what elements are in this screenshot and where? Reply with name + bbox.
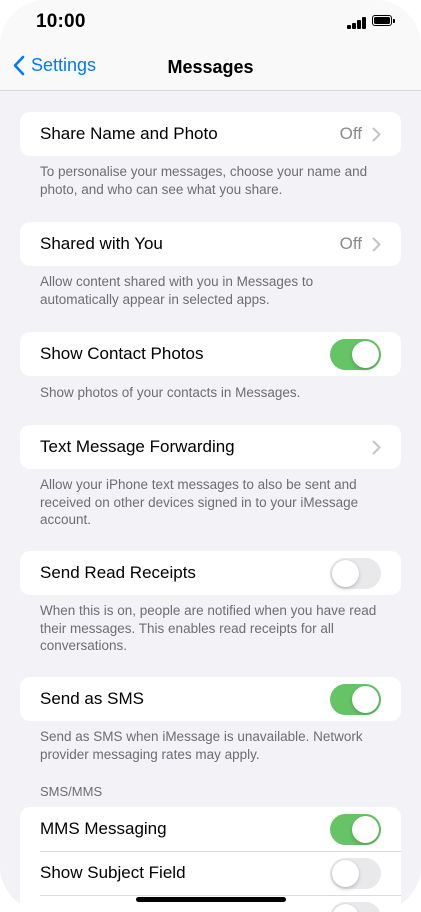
signal-icon bbox=[347, 16, 367, 29]
group-text-message-forwarding: Text Message Forwarding bbox=[20, 425, 401, 469]
chevron-right-icon bbox=[372, 127, 381, 141]
row-label: Share Name and Photo bbox=[40, 124, 218, 143]
home-indicator[interactable] bbox=[136, 897, 286, 902]
row-label: Show Subject Field bbox=[40, 863, 186, 882]
row-send-as-sms: Send as SMS bbox=[20, 677, 401, 721]
row-label: Send as SMS bbox=[40, 689, 144, 708]
row-value: Off bbox=[339, 234, 362, 253]
footer-shared-with-you: Allow content shared with you in Message… bbox=[40, 274, 314, 307]
chevron-right-icon bbox=[372, 440, 381, 454]
settings-list: Share Name and Photo Off To personalise … bbox=[0, 91, 421, 912]
chevron-right-icon bbox=[372, 237, 381, 251]
footer-send-read-receipts: When this is on, people are notified whe… bbox=[40, 603, 377, 653]
send-read-receipts-toggle[interactable] bbox=[330, 557, 381, 589]
row-shared-with-you[interactable]: Shared with You Off bbox=[20, 222, 401, 266]
group-send-as-sms: Send as SMS bbox=[20, 677, 401, 721]
phone-screen: 10:00 Settings Messages Share Name and P… bbox=[0, 0, 421, 912]
row-label: Text Message Forwarding bbox=[40, 437, 235, 456]
footer-show-contact-photos: Show photos of your contacts in Messages… bbox=[40, 385, 301, 400]
row-label: Show Contact Photos bbox=[40, 344, 204, 363]
row-send-read-receipts: Send Read Receipts bbox=[20, 551, 401, 595]
row-label: Send Read Receipts bbox=[40, 563, 196, 582]
mms-messaging-toggle[interactable] bbox=[330, 813, 381, 845]
row-value: Off bbox=[339, 124, 362, 143]
group-share-name-photo: Share Name and Photo Off bbox=[20, 112, 401, 156]
section-header-sms-mms: SMS/MMS bbox=[40, 784, 103, 799]
footer-send-as-sms: Send as SMS when iMessage is unavailable… bbox=[40, 729, 363, 762]
page-title: Messages bbox=[167, 57, 254, 77]
row-label: MMS Messaging bbox=[40, 819, 167, 838]
row-mms-messaging: MMS Messaging bbox=[20, 807, 401, 851]
row-label: Shared with You bbox=[40, 234, 163, 253]
send-as-sms-toggle[interactable] bbox=[330, 683, 381, 715]
character-count-toggle[interactable] bbox=[330, 901, 381, 912]
row-show-subject-field: Show Subject Field bbox=[20, 851, 401, 895]
show-subject-field-toggle[interactable] bbox=[330, 857, 381, 889]
row-text-message-forwarding[interactable]: Text Message Forwarding bbox=[20, 425, 401, 469]
group-send-read-receipts: Send Read Receipts bbox=[20, 551, 401, 595]
status-time: 10:00 bbox=[36, 11, 86, 32]
show-contact-photos-toggle[interactable] bbox=[330, 338, 381, 370]
group-shared-with-you: Shared with You Off bbox=[20, 222, 401, 266]
battery-icon bbox=[372, 15, 395, 27]
footer-text-message-forwarding: Allow your iPhone text messages to also … bbox=[40, 477, 359, 527]
row-show-contact-photos: Show Contact Photos bbox=[20, 332, 401, 376]
footer-share-name-photo: To personalise your messages, choose you… bbox=[40, 164, 368, 197]
navigation-bar: 10:00 Settings Messages bbox=[0, 0, 421, 91]
group-show-contact-photos: Show Contact Photos bbox=[20, 332, 401, 376]
row-share-name-photo[interactable]: Share Name and Photo Off bbox=[20, 112, 401, 156]
